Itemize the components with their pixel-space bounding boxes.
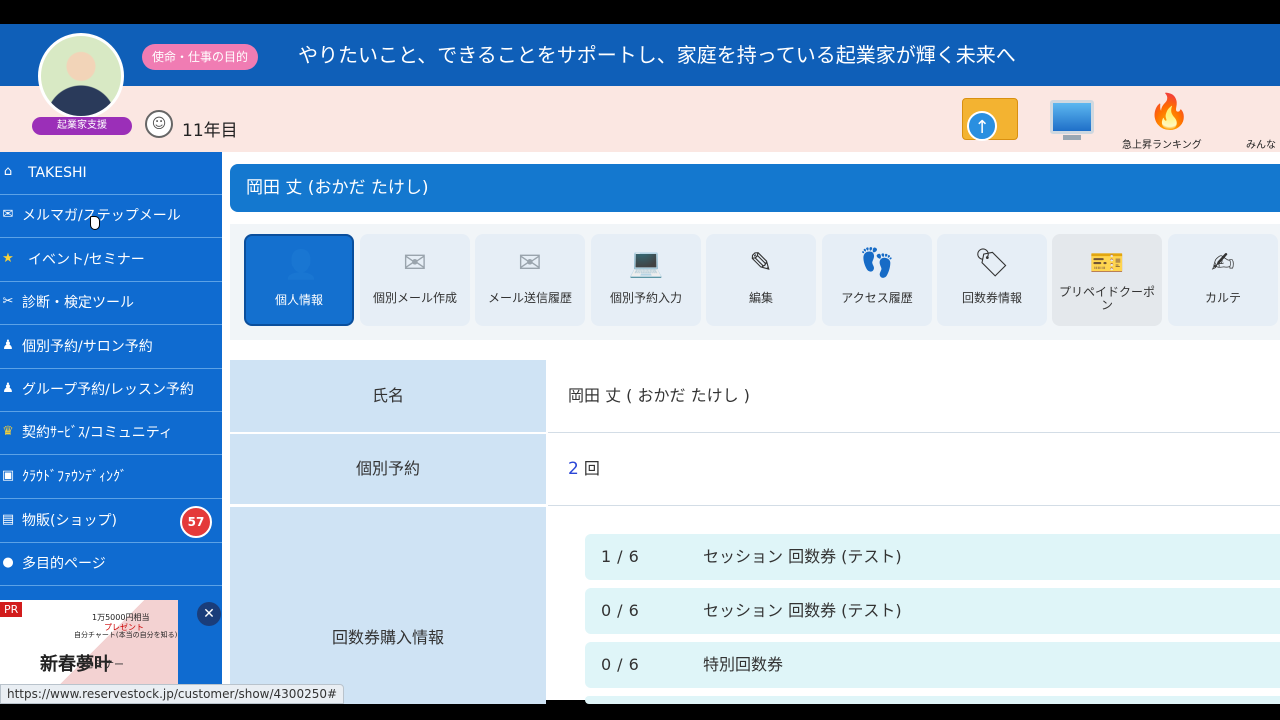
- name-label: 氏名: [230, 360, 546, 432]
- ticket-label: 回数券購入情報: [230, 507, 546, 704]
- sidebar-item-multipurpose[interactable]: ● 多目的ページ: [0, 543, 222, 586]
- reservation-label: 個別予約: [230, 434, 546, 504]
- person-icon: ♟: [2, 338, 14, 353]
- sidebar-item-contract[interactable]: ♛ 契約ｻｰﾋﾞｽ/コミュニティ: [0, 412, 222, 455]
- pr-banner[interactable]: PR 1万5000円相当 プレゼント 自分チャート(本当の自分を知る) 新春夢叶…: [0, 600, 178, 684]
- mission-badge: 使命・仕事の目的: [142, 44, 259, 70]
- sale-tag-icon: 🏷: [974, 246, 1010, 279]
- ticket-row[interactable]: 1/6 セッション 回数券 (テスト): [585, 534, 1280, 580]
- shop-count-badge: 57: [180, 506, 212, 538]
- status-bar-url: https://www.reservestock.jp/customer/sho…: [0, 684, 345, 704]
- avatar[interactable]: [38, 33, 124, 119]
- ticket-row[interactable]: 0/6 セッション 回数券 (テスト): [585, 588, 1280, 634]
- tools-icon: ✂: [2, 294, 14, 309]
- sidebar-item-event[interactable]: ★ イベント/セミナー: [0, 239, 222, 282]
- row-divider: [548, 505, 1280, 506]
- ranking-link[interactable]: 急上昇ランキング: [1122, 136, 1202, 151]
- pr-line3: 自分チャート(本当の自分を知る): [74, 631, 178, 639]
- tab-personal-info[interactable]: 👤 個人情報: [244, 234, 354, 326]
- reservation-count[interactable]: 2: [568, 459, 579, 479]
- ticket-name: 特別回数券: [703, 655, 784, 674]
- envelopes-icon: ✉: [518, 246, 542, 279]
- pr-tag: PR: [0, 602, 23, 617]
- tab-individual-mail[interactable]: ✉ 個別メール作成: [360, 234, 470, 326]
- monitor-icon[interactable]: [1050, 100, 1094, 140]
- edit-icon: ✎: [749, 246, 773, 279]
- years-label: 11年目: [182, 121, 238, 141]
- sidebar-item-mailmag[interactable]: ✉ メルマガ/ステップメール: [0, 195, 222, 238]
- crown-icon: ♛: [2, 424, 14, 439]
- reservation-value: 2 回: [548, 434, 1280, 504]
- tab-ticket-info[interactable]: 🏷 回数券情報: [937, 234, 1047, 326]
- laptop-icon: 💻: [628, 246, 664, 279]
- tab-karte[interactable]: ✍ カルテ: [1168, 234, 1278, 326]
- star-icon: ★: [2, 251, 14, 266]
- mail-icon: ✉: [2, 207, 14, 222]
- ticket-count: 1/6: [601, 547, 645, 566]
- coupon-icon: 🎫: [1089, 246, 1125, 279]
- pr-subtitle: セミナー: [84, 660, 124, 671]
- crowdfunding-icon: ▣: [1, 468, 15, 483]
- sidebar-item-group-reservation[interactable]: ♟ グループ予約/レッスン予約: [0, 369, 222, 412]
- upload-folder-icon[interactable]: ↑: [962, 98, 1018, 141]
- sidebar-item-takeshi[interactable]: ⌂ TAKESHI: [0, 152, 222, 195]
- ticket-count: 0/6: [601, 601, 645, 620]
- ticket-row[interactable]: 0/6 特別回数券: [585, 642, 1280, 688]
- mouse-cursor: [90, 216, 100, 230]
- tab-prepaid-coupon[interactable]: 🎫 プリペイドクーポン: [1052, 234, 1162, 326]
- ticket-name: セッション 回数券 (テスト): [703, 601, 902, 620]
- home-icon: ⌂: [3, 164, 13, 179]
- minna-link[interactable]: みんな: [1246, 136, 1276, 151]
- row-divider: [548, 432, 1280, 433]
- ticket-count: 0/6: [601, 655, 645, 674]
- chart-note-icon: ✍: [1211, 246, 1235, 279]
- person-icon: 👤: [283, 248, 319, 281]
- fire-icon[interactable]: 🔥: [1148, 90, 1190, 134]
- sprout-face-icon: ☺: [145, 110, 173, 138]
- sidebar-item-diagnosis[interactable]: ✂ 診断・検定ツール: [0, 282, 222, 325]
- footprint-icon: 👣: [859, 246, 895, 279]
- letterbox-bottom: [0, 704, 1280, 720]
- group-icon: ♟: [2, 381, 14, 396]
- mission-text: やりたいこと、できることをサポートし、家庭を持っている起業家が輝く未来へ: [298, 43, 1016, 67]
- tab-access-history[interactable]: 👣 アクセス履歴: [822, 234, 932, 326]
- tab-reservation-input[interactable]: 💻 個別予約入力: [591, 234, 701, 326]
- tab-mail-history[interactable]: ✉ メール送信履歴: [475, 234, 585, 326]
- cart-icon: ▤: [1, 512, 15, 527]
- pin-icon: ●: [2, 555, 14, 570]
- tab-edit[interactable]: ✎ 編集: [706, 234, 816, 326]
- ticket-name: セッション 回数券 (テスト): [703, 547, 902, 566]
- envelope-icon: ✉: [403, 246, 427, 279]
- avatar-ribbon: 起業家支援: [32, 117, 132, 135]
- customer-name-header: 岡田 丈 (おかだ たけし): [230, 164, 1280, 212]
- sidebar-item-individual-reservation[interactable]: ♟ 個別予約/サロン予約: [0, 326, 222, 369]
- close-icon[interactable]: ✕: [197, 602, 221, 626]
- sidebar-item-crowdfunding[interactable]: ▣ ｸﾗｳﾄﾞﾌｧｳﾝﾃﾞｨﾝｸﾞ: [0, 456, 222, 499]
- ticket-row[interactable]: [585, 696, 1280, 704]
- reservation-unit: 回: [583, 459, 600, 478]
- name-value: 岡田 丈 ( おかだ たけし ): [548, 360, 1280, 432]
